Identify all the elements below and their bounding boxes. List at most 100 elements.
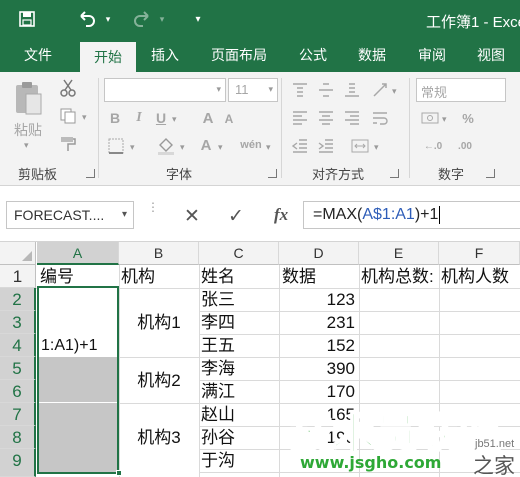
orientation-dropdown-icon[interactable]: ▾ — [392, 86, 397, 97]
name-box[interactable]: FORECAST.... ▾ — [6, 201, 134, 229]
row-header-9[interactable]: 9 — [0, 449, 36, 477]
align-bottom-icon[interactable] — [342, 80, 362, 100]
border-icon[interactable] — [106, 136, 126, 156]
cancel-icon[interactable]: ✕ — [184, 205, 200, 228]
paste-label[interactable]: 粘贴 — [14, 120, 42, 140]
cell-f1[interactable]: 机构人数 — [441, 267, 519, 287]
phonetic-icon[interactable]: wén — [238, 134, 264, 156]
cell-c5[interactable]: 李海 — [201, 358, 278, 380]
row-header-4[interactable]: 4 — [0, 334, 36, 357]
orientation-icon[interactable] — [370, 80, 390, 100]
copy-icon[interactable] — [58, 106, 78, 126]
save-icon[interactable] — [14, 6, 40, 32]
column-header-f[interactable]: F — [439, 242, 520, 265]
font-launcher-icon[interactable] — [268, 169, 277, 178]
cell-d7[interactable]: 165 — [280, 404, 358, 426]
font-color-icon[interactable]: A — [196, 134, 216, 156]
percent-icon[interactable]: % — [458, 108, 478, 128]
number-launcher-icon[interactable] — [486, 169, 495, 178]
enter-icon[interactable]: ✓ — [228, 205, 244, 228]
increase-decimal-icon[interactable]: ←.0 — [420, 136, 446, 156]
cell-e1[interactable]: 机构总数: — [361, 267, 438, 287]
clipboard-launcher-icon[interactable] — [86, 169, 95, 178]
row-header-3[interactable]: 3 — [0, 311, 36, 334]
column-header-c[interactable]: C — [199, 242, 279, 265]
increase-indent-icon[interactable] — [316, 136, 336, 156]
merge-dropdown-icon[interactable]: ▾ — [374, 142, 379, 153]
cell-b7-merged[interactable]: 机构3 — [120, 404, 198, 477]
cell-c8[interactable]: 孙谷 — [201, 427, 278, 449]
align-center-icon[interactable] — [316, 108, 336, 128]
cell-d5[interactable]: 390 — [280, 358, 358, 380]
font-name-box[interactable]: ▾ — [104, 78, 226, 102]
copy-dropdown-icon[interactable]: ▾ — [82, 112, 87, 123]
font-color-dropdown-icon[interactable]: ▾ — [218, 142, 223, 153]
cell-d3[interactable]: 231 — [280, 312, 358, 334]
tab-insert[interactable]: 插入 — [140, 38, 190, 72]
underline-dropdown-icon[interactable]: ▾ — [172, 114, 177, 125]
cell-c1[interactable]: 姓名 — [201, 267, 278, 287]
align-left-icon[interactable] — [290, 108, 310, 128]
number-format-box[interactable]: 常规 — [416, 78, 506, 102]
fill-color-icon[interactable] — [156, 136, 176, 156]
tab-data[interactable]: 数据 — [347, 38, 397, 72]
row-header-6[interactable]: 6 — [0, 380, 36, 403]
cell-d4[interactable]: 152 — [280, 335, 358, 357]
name-box-dropdown-icon[interactable]: ▾ — [122, 202, 127, 228]
fill-handle[interactable] — [116, 470, 122, 476]
merge-center-icon[interactable] — [350, 136, 370, 156]
row-header-5[interactable]: 5 — [0, 357, 36, 380]
undo-icon[interactable] — [74, 6, 100, 32]
tab-file[interactable]: 文件 — [10, 38, 66, 72]
cell-b2-merged[interactable]: 机构1 — [120, 289, 198, 357]
column-header-d[interactable]: D — [279, 242, 359, 265]
alignment-launcher-icon[interactable] — [390, 169, 399, 178]
tab-review[interactable]: 审阅 — [407, 38, 457, 72]
row-header-8[interactable]: 8 — [0, 426, 36, 449]
redo-icon[interactable] — [130, 6, 154, 32]
font-size-dropdown-icon[interactable]: ▾ — [268, 84, 273, 95]
cell-c4[interactable]: 王五 — [201, 335, 278, 357]
tab-view[interactable]: 视图 — [466, 38, 516, 72]
decrease-font-size-button[interactable]: A — [222, 110, 236, 128]
cut-icon[interactable] — [58, 78, 78, 98]
undo-dropdown-icon[interactable]: ▾ — [102, 6, 114, 32]
insert-function-icon[interactable]: fx — [274, 205, 288, 225]
row-header-2[interactable]: 2 — [0, 288, 36, 311]
column-header-b[interactable]: B — [119, 242, 199, 265]
cell-c3[interactable]: 李四 — [201, 312, 278, 334]
column-header-e[interactable]: E — [359, 242, 439, 265]
phonetic-dropdown-icon[interactable]: ▾ — [266, 142, 271, 153]
cell-c7[interactable]: 赵山 — [201, 404, 278, 426]
cell-d1[interactable]: 数据 — [282, 267, 358, 287]
cell-d6[interactable]: 170 — [280, 381, 358, 403]
bold-button[interactable]: B — [106, 108, 124, 128]
align-top-icon[interactable] — [290, 80, 310, 100]
decrease-decimal-icon[interactable]: .00 — [452, 136, 478, 156]
cell-c2[interactable]: 张三 — [201, 289, 278, 311]
font-size-box[interactable]: 11 ▾ — [228, 78, 278, 102]
decrease-indent-icon[interactable] — [290, 136, 310, 156]
cell-a1[interactable]: 编号 — [40, 267, 118, 287]
row-header-1[interactable]: 1 — [0, 265, 36, 288]
select-all-corner[interactable] — [0, 242, 36, 265]
cell-b5-merged[interactable]: 机构2 — [120, 358, 198, 403]
increase-font-size-button[interactable]: A — [200, 108, 216, 128]
align-middle-icon[interactable] — [316, 80, 336, 100]
cell-d9[interactable] — [280, 450, 358, 472]
cell-b1[interactable]: 机构 — [121, 267, 198, 287]
font-name-dropdown-icon[interactable]: ▾ — [216, 84, 221, 95]
align-right-icon[interactable] — [342, 108, 362, 128]
currency-icon[interactable] — [420, 108, 440, 128]
column-header-a[interactable]: A — [37, 242, 119, 265]
paste-dropdown-icon[interactable]: ▾ — [24, 140, 29, 151]
currency-dropdown-icon[interactable]: ▾ — [442, 114, 447, 125]
format-painter-icon[interactable] — [58, 134, 78, 154]
tab-formulas[interactable]: 公式 — [288, 38, 338, 72]
wrap-text-icon[interactable] — [370, 108, 390, 128]
cell-c6[interactable]: 满江 — [201, 381, 278, 403]
italic-button[interactable]: I — [130, 108, 148, 128]
customize-quick-access-icon[interactable]: ▾ — [190, 6, 206, 32]
tab-page-layout[interactable]: 页面布局 — [200, 38, 278, 72]
row-header-7[interactable]: 7 — [0, 403, 36, 426]
